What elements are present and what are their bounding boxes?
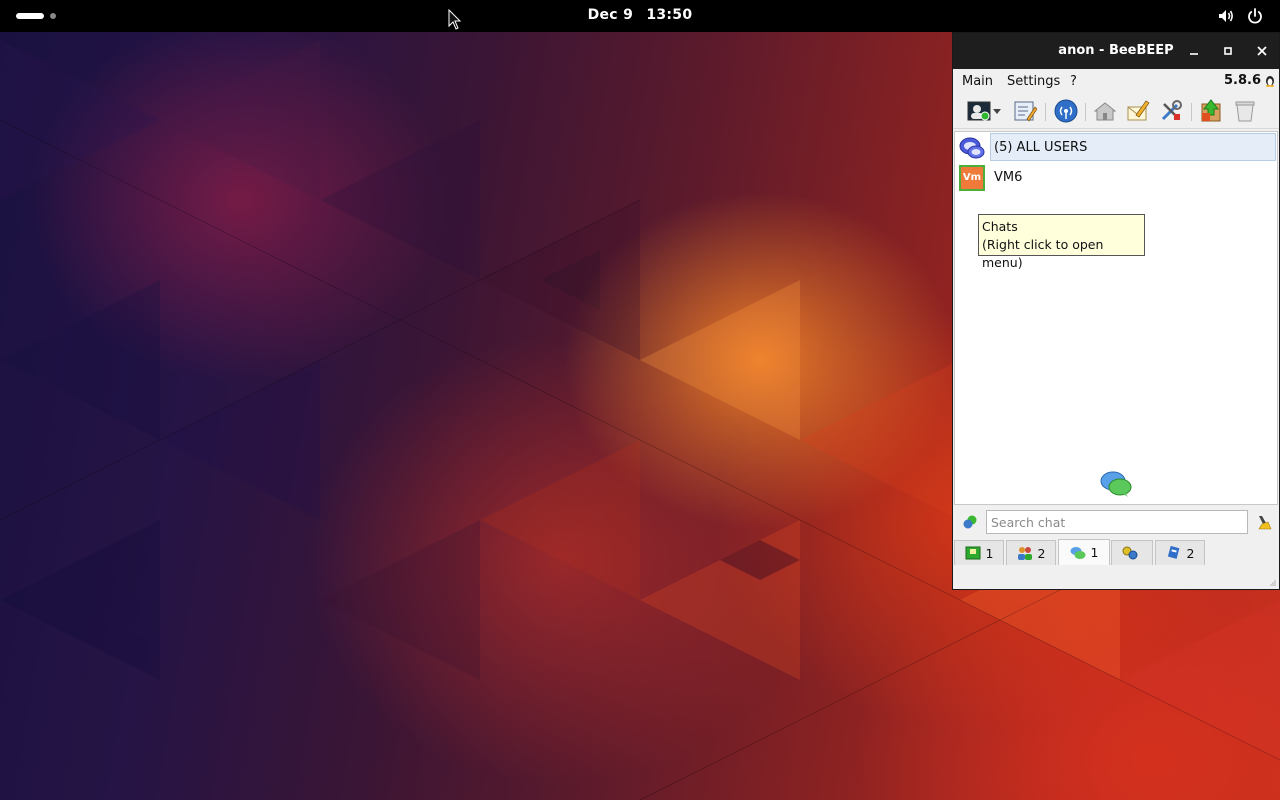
status-icon <box>967 101 991 121</box>
toolbar-separator <box>1045 103 1046 121</box>
minimize-icon <box>1190 53 1198 55</box>
toolbar <box>953 93 1279 129</box>
users-list-panel[interactable]: (5) ALL USERS Vm VM6 Chats (Right click … <box>954 131 1278 505</box>
update-button[interactable] <box>1199 99 1223 123</box>
write-note-button[interactable] <box>1126 99 1150 123</box>
window-titlebar[interactable]: anon - BeeBEEP <box>953 33 1279 69</box>
clock[interactable]: Dec 9 13:50 <box>0 7 1280 23</box>
menu-main[interactable]: Main <box>962 74 993 89</box>
tab-count: 2 <box>1186 545 1195 561</box>
edit-profile-icon <box>1014 101 1037 122</box>
user-name: (5) ALL USERS <box>994 140 1088 155</box>
edit-profile-button[interactable] <box>1013 99 1037 123</box>
user-name: VM6 <box>994 170 1023 185</box>
clear-search-icon[interactable] <box>1256 514 1272 530</box>
volume-icon[interactable] <box>1217 7 1235 25</box>
network-icon <box>1054 99 1078 123</box>
tooltip-line-2: (Right click to open menu) <box>982 237 1104 270</box>
tools-icon <box>1161 100 1182 121</box>
tooltip-line-1: Chats <box>982 219 1018 234</box>
home-button[interactable] <box>1093 99 1117 123</box>
search-input[interactable] <box>986 510 1248 534</box>
list-item-all-users[interactable]: (5) ALL USERS <box>956 133 1276 161</box>
tooltip: Chats (Right click to open menu) <box>978 214 1145 270</box>
menu-settings[interactable]: Settings <box>1007 74 1060 89</box>
toolbar-separator <box>1191 103 1192 121</box>
mouse-cursor-icon <box>448 9 462 30</box>
trash-button[interactable] <box>1233 99 1257 123</box>
top-bar: Dec 9 13:50 <box>0 0 1280 32</box>
files-tab-icon <box>1167 546 1179 559</box>
avatar-initials: Vm <box>962 172 982 183</box>
tab-count: 2 <box>1037 545 1046 561</box>
power-icon[interactable] <box>1246 7 1264 25</box>
plugins-tab-icon <box>1122 546 1137 560</box>
chat-filter-icon[interactable] <box>962 515 978 529</box>
status-dropdown-button[interactable] <box>991 99 1003 123</box>
menu-help[interactable]: ? <box>1070 74 1077 89</box>
close-button[interactable] <box>1253 42 1271 60</box>
tab-users[interactable]: 1 <box>954 540 1004 565</box>
resize-grip-icon[interactable] <box>1269 579 1277 587</box>
tools-button[interactable] <box>1159 99 1183 123</box>
search-bar <box>954 507 1278 537</box>
tab-count: 1 <box>985 545 994 561</box>
clock-date: Dec 9 <box>587 7 634 23</box>
list-item-vm6[interactable]: Vm VM6 <box>956 163 1276 191</box>
status-button[interactable] <box>967 99 991 123</box>
version-label: 5.8.6 <box>1223 73 1261 88</box>
maximize-button[interactable] <box>1219 42 1237 60</box>
update-icon <box>1201 99 1221 122</box>
group-chat-icon <box>959 137 985 159</box>
menu-bar: Main Settings ? 5.8.6 <box>953 69 1279 93</box>
tab-plugins[interactable] <box>1111 540 1153 565</box>
home-icon <box>1093 102 1117 121</box>
write-note-icon <box>1127 100 1150 121</box>
maximize-icon <box>1224 47 1232 55</box>
users-tab-icon <box>965 546 981 560</box>
close-icon <box>1257 46 1267 56</box>
chats-bubble-icon <box>1100 471 1132 497</box>
tux-icon <box>1266 76 1274 87</box>
chats-tab-icon <box>1070 546 1086 559</box>
toolbar-separator <box>1085 103 1086 121</box>
beebeep-window: anon - BeeBEEP Main Settings ? 5.8.6 (5)… <box>952 32 1280 590</box>
network-button[interactable] <box>1054 99 1078 123</box>
tab-chats[interactable]: 1 <box>1058 539 1110 565</box>
tab-files[interactable]: 2 <box>1155 540 1205 565</box>
tab-groups[interactable]: 2 <box>1006 540 1056 565</box>
groups-tab-icon <box>1017 547 1032 560</box>
minimize-button[interactable] <box>1185 42 1203 60</box>
trash-icon <box>1235 101 1255 122</box>
tab-bar: 1 2 1 2 <box>954 539 1278 565</box>
tab-count: 1 <box>1090 545 1099 560</box>
clock-time: 13:50 <box>646 7 693 23</box>
dropdown-arrow-icon <box>993 109 1001 114</box>
